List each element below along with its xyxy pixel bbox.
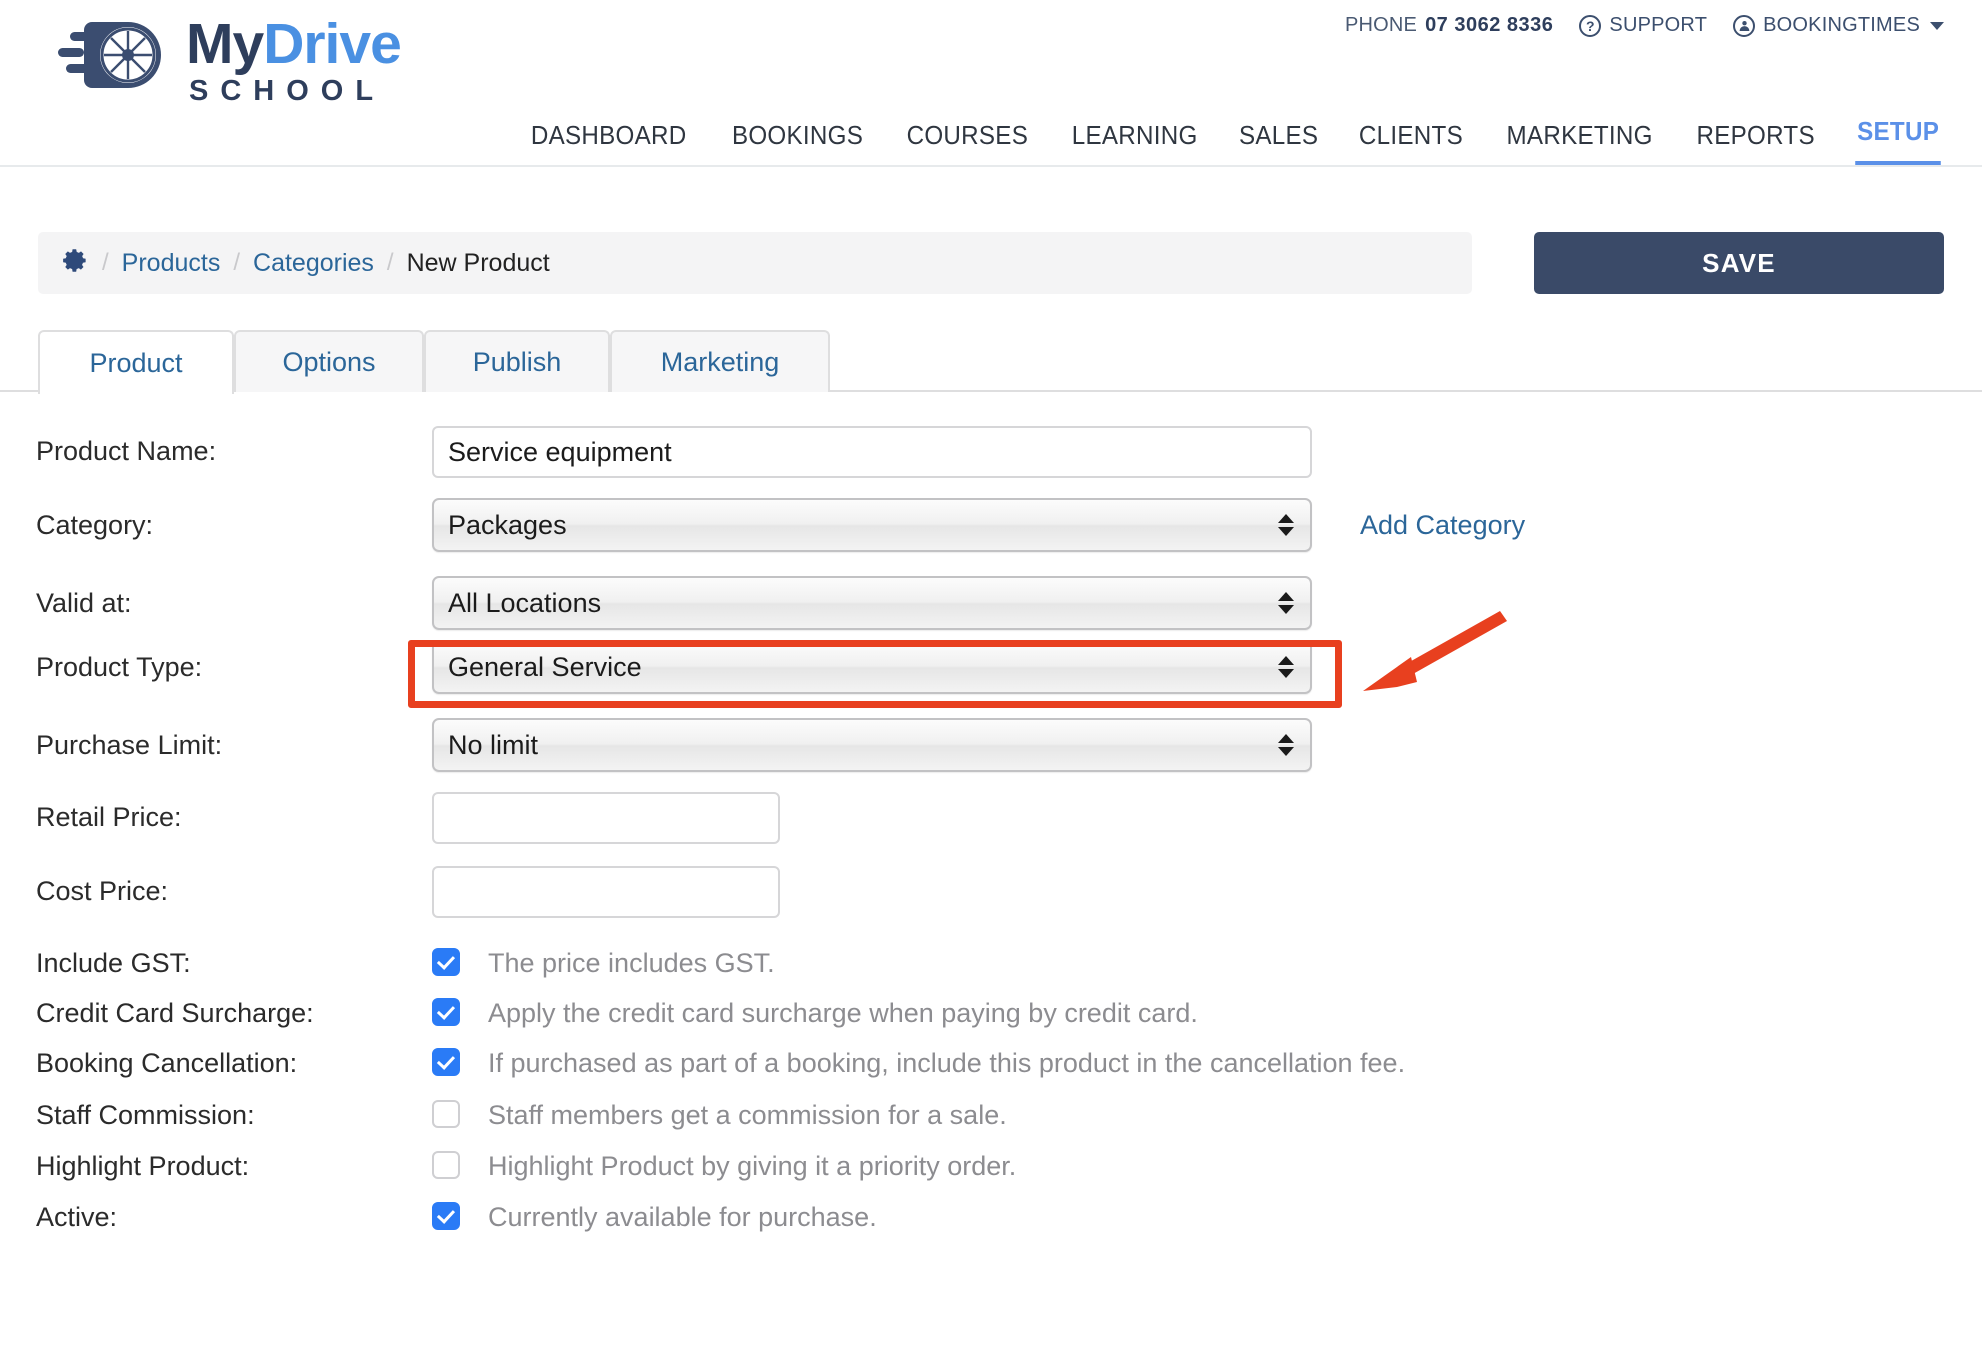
select-stepper-icon xyxy=(1278,592,1294,614)
breadcrumb-separator-1: / xyxy=(102,249,109,276)
field-row-highlight-product: Highlight Product: Highlight Product by … xyxy=(0,1149,1982,1185)
field-row-product-name: Product Name: xyxy=(0,426,1982,482)
save-button[interactable]: SAVE xyxy=(1534,232,1944,294)
valid-at-select[interactable]: All Locations xyxy=(432,576,1312,630)
purchase-limit-select-value: No limit xyxy=(448,729,539,760)
product-type-label: Product Type: xyxy=(36,652,203,682)
nav-item-reports[interactable]: REPORTS xyxy=(1695,114,1817,165)
field-row-include-gst: Include GST: The price includes GST. xyxy=(0,946,1982,982)
field-row-valid-at: Valid at: All Locations xyxy=(0,576,1982,634)
field-row-credit-card-surcharge: Credit Card Surcharge: Apply the credit … xyxy=(0,996,1982,1032)
staff-commission-description: Staff members get a commission for a sal… xyxy=(488,1100,1007,1130)
select-stepper-icon xyxy=(1278,734,1294,756)
breadcrumb-item-products[interactable]: Products xyxy=(122,249,221,278)
user-circle-icon xyxy=(1733,14,1756,37)
logo-text-my: My xyxy=(186,12,264,76)
category-label: Category: xyxy=(36,510,154,540)
field-row-category: Category: Packages Add Category xyxy=(0,498,1982,556)
select-stepper-icon xyxy=(1278,656,1294,678)
credit-card-surcharge-checkbox[interactable] xyxy=(432,998,460,1026)
account-menu[interactable]: BOOKINGTIMES xyxy=(1733,14,1944,37)
field-row-cost-price: Cost Price: xyxy=(0,866,1982,922)
category-select[interactable]: Packages xyxy=(432,498,1312,552)
tab-marketing[interactable]: Marketing xyxy=(610,330,830,392)
field-row-active: Active: Currently available for purchase… xyxy=(0,1200,1982,1236)
question-circle-icon: ? xyxy=(1579,14,1602,37)
nav-item-dashboard[interactable]: DASHBOARD xyxy=(529,114,688,165)
tab-publish[interactable]: Publish xyxy=(424,330,610,392)
nav-item-clients[interactable]: CLIENTS xyxy=(1357,114,1465,165)
active-description: Currently available for purchase. xyxy=(488,1202,877,1232)
include-gst-checkbox[interactable] xyxy=(432,948,460,976)
add-category-link[interactable]: Add Category xyxy=(1360,510,1525,541)
product-name-input[interactable] xyxy=(432,426,1312,478)
nav-item-marketing[interactable]: MARKETING xyxy=(1505,114,1655,165)
booking-cancellation-label: Booking Cancellation: xyxy=(36,1048,298,1078)
product-name-label: Product Name: xyxy=(36,436,217,466)
tab-options[interactable]: Options xyxy=(234,330,424,392)
logo-text-school: SCHOOL xyxy=(189,75,386,107)
top-header: MyDrive SCHOOL PHONE 07 3062 8336 ? SUPP… xyxy=(0,0,1982,167)
nav-item-courses[interactable]: COURSES xyxy=(905,114,1030,165)
breadcrumb-item-new-product: New Product xyxy=(406,248,550,277)
retail-price-label: Retail Price: xyxy=(36,802,182,832)
logo-text-drive: Drive xyxy=(263,12,402,76)
account-label: BOOKINGTIMES xyxy=(1763,14,1920,36)
caret-down-icon xyxy=(1930,21,1944,30)
booking-cancellation-description: If purchased as part of a booking, inclu… xyxy=(488,1048,1406,1078)
phone-label: PHONE xyxy=(1344,14,1418,36)
highlight-product-label: Highlight Product: xyxy=(36,1151,250,1181)
cost-price-input[interactable] xyxy=(432,866,780,918)
brand-wordmark: MyDrive SCHOOL xyxy=(186,12,402,108)
main-navigation: DASHBOARD BOOKINGS COURSES LEARNING SALE… xyxy=(523,110,1944,165)
support-link[interactable]: ? SUPPORT xyxy=(1579,14,1707,37)
cost-price-label: Cost Price: xyxy=(36,876,169,906)
field-row-staff-commission: Staff Commission: Staff members get a co… xyxy=(0,1098,1982,1134)
brand-logo[interactable]: MyDrive SCHOOL xyxy=(48,12,402,108)
field-row-purchase-limit: Purchase Limit: No limit xyxy=(0,718,1982,776)
page-toolbar: / Products / Categories / New Product SA… xyxy=(0,167,1982,294)
phone-info: PHONE 07 3062 8336 xyxy=(1345,14,1553,37)
active-label: Active: xyxy=(36,1202,118,1232)
booking-cancellation-checkbox[interactable] xyxy=(432,1048,460,1076)
highlight-product-description: Highlight Product by giving it a priorit… xyxy=(488,1151,1017,1181)
tab-product[interactable]: Product xyxy=(38,330,234,394)
utility-bar: PHONE 07 3062 8336 ? SUPPORT BOOKINGTIME… xyxy=(1345,14,1944,37)
highlight-product-checkbox[interactable] xyxy=(432,1151,460,1179)
category-select-value: Packages xyxy=(448,509,567,540)
gear-icon[interactable] xyxy=(62,247,89,279)
nav-item-setup[interactable]: SETUP xyxy=(1855,110,1941,165)
nav-item-learning[interactable]: LEARNING xyxy=(1070,114,1200,165)
nav-item-bookings[interactable]: BOOKINGS xyxy=(730,114,865,165)
select-stepper-icon xyxy=(1278,514,1294,536)
breadcrumb-item-categories[interactable]: Categories xyxy=(253,249,374,278)
product-type-select-value: General Service xyxy=(448,651,642,682)
nav-item-sales[interactable]: SALES xyxy=(1237,114,1320,165)
wheel-speed-logo-icon xyxy=(48,12,178,98)
field-row-product-type: Product Type: General Service xyxy=(0,640,1982,698)
breadcrumb-separator-3: / xyxy=(386,249,394,276)
purchase-limit-select[interactable]: No limit xyxy=(432,718,1312,772)
credit-card-surcharge-description: Apply the credit card surcharge when pay… xyxy=(488,998,1198,1028)
valid-at-label: Valid at: xyxy=(36,588,132,618)
retail-price-input[interactable] xyxy=(432,792,780,844)
field-row-booking-cancellation: Booking Cancellation: If purchased as pa… xyxy=(0,1046,1982,1082)
phone-number: 07 3062 8336 xyxy=(1425,14,1554,36)
active-checkbox[interactable] xyxy=(432,1202,460,1230)
valid-at-select-value: All Locations xyxy=(448,587,602,618)
tab-strip: Product Options Publish Marketing xyxy=(0,330,1982,394)
purchase-limit-label: Purchase Limit: xyxy=(36,730,223,760)
product-type-select[interactable]: General Service xyxy=(432,640,1312,694)
support-label: SUPPORT xyxy=(1609,14,1708,36)
include-gst-description: The price includes GST. xyxy=(488,948,775,978)
credit-card-surcharge-label: Credit Card Surcharge: xyxy=(36,998,314,1028)
breadcrumb: / Products / Categories / New Product xyxy=(38,232,1472,294)
staff-commission-label: Staff Commission: xyxy=(36,1100,255,1130)
staff-commission-checkbox[interactable] xyxy=(432,1100,460,1128)
include-gst-label: Include GST: xyxy=(36,948,191,978)
field-row-retail-price: Retail Price: xyxy=(0,792,1982,848)
breadcrumb-separator-2: / xyxy=(233,249,241,276)
